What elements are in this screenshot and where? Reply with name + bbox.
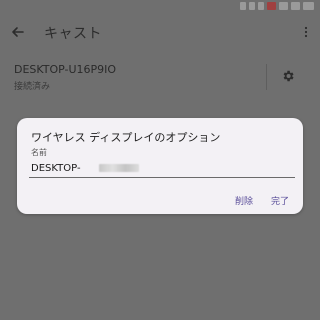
device-status: 接続済み (14, 82, 51, 92)
delete-button[interactable]: 削除 (235, 194, 253, 207)
notification-icon (249, 2, 255, 10)
status-bar (0, 0, 320, 14)
signal-icon (291, 2, 300, 10)
more-vertical-icon (304, 26, 308, 38)
more-options-button[interactable] (298, 20, 314, 44)
status-icons (240, 2, 314, 10)
device-name-input[interactable] (29, 159, 295, 178)
back-button[interactable] (6, 20, 30, 44)
page-title: キャスト (44, 26, 102, 42)
dialog-title: ワイヤレス ディスプレイのオプション (31, 131, 221, 144)
device-list-item[interactable]: DESKTOP-U16P9IO 接続済み (0, 56, 320, 98)
name-field-label: 名前 (31, 148, 47, 157)
battery-icon (303, 2, 314, 10)
redacted-text (99, 164, 139, 172)
wireless-display-options-dialog: ワイヤレス ディスプレイのオプション 名前 削除 完了 (17, 118, 303, 214)
done-button[interactable]: 完了 (271, 194, 289, 207)
cast-screen: キャスト DESKTOP-U16P9IO 接続済み ワイヤレス ディスプレイのオ… (0, 0, 320, 320)
notification-icon (240, 2, 246, 10)
divider (266, 64, 267, 90)
badge-icon (267, 2, 276, 10)
arrow-left-icon (12, 27, 24, 37)
dialog-actions: 削除 完了 (235, 194, 289, 207)
notification-icon (258, 2, 264, 10)
device-name: DESKTOP-U16P9IO (14, 63, 117, 76)
toolbar: キャスト (0, 14, 320, 50)
wifi-icon (279, 2, 288, 10)
device-settings-button[interactable] (278, 66, 298, 86)
gear-icon (283, 70, 294, 82)
